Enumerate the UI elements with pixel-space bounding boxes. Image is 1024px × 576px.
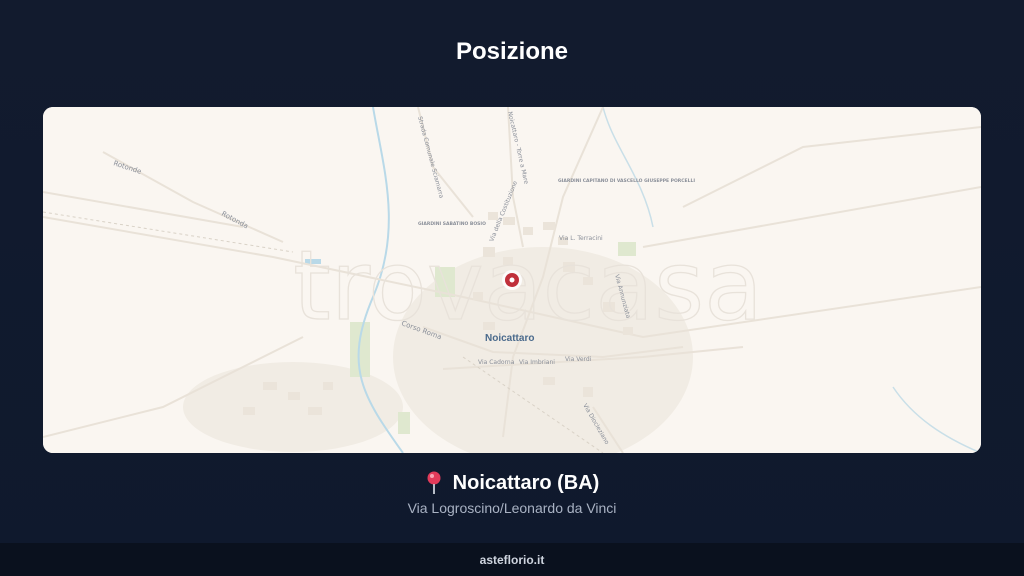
park-label: GIARDINI CAPITANO DI VASCELLO GIUSEPPE P… xyxy=(558,178,695,184)
location-marker-icon[interactable] xyxy=(502,270,522,290)
watermark-logo: trovacasa xyxy=(293,230,763,342)
round-pushpin-icon xyxy=(425,471,443,495)
footer-site-link[interactable]: asteflorio.it xyxy=(480,553,545,567)
map-label: Via L. Terracini xyxy=(559,235,603,242)
park-label: GIARDINI SABATINO BOSIO xyxy=(418,221,486,227)
page-title: Posizione xyxy=(455,38,569,65)
city-label: Noicattaro xyxy=(485,333,534,344)
map-label: Via Imbriani xyxy=(519,359,555,366)
footer: asteflorio.it xyxy=(0,543,1024,576)
location-name: Noicattaro (BA) xyxy=(452,471,600,494)
map-canvas: trovacasa Rotonde Rotonda Strada Comunal… xyxy=(43,107,981,453)
location-heading: Noicattaro (BA) xyxy=(0,471,1024,495)
map-label: Via Verdi xyxy=(565,356,592,363)
park-area xyxy=(398,412,410,434)
map-label: Via Cadorna xyxy=(478,359,515,366)
location-map[interactable]: trovacasa Rotonde Rotonda Strada Comunal… xyxy=(43,107,981,453)
location-address: Via Logroscino/Leonardo da Vinci xyxy=(407,500,617,516)
